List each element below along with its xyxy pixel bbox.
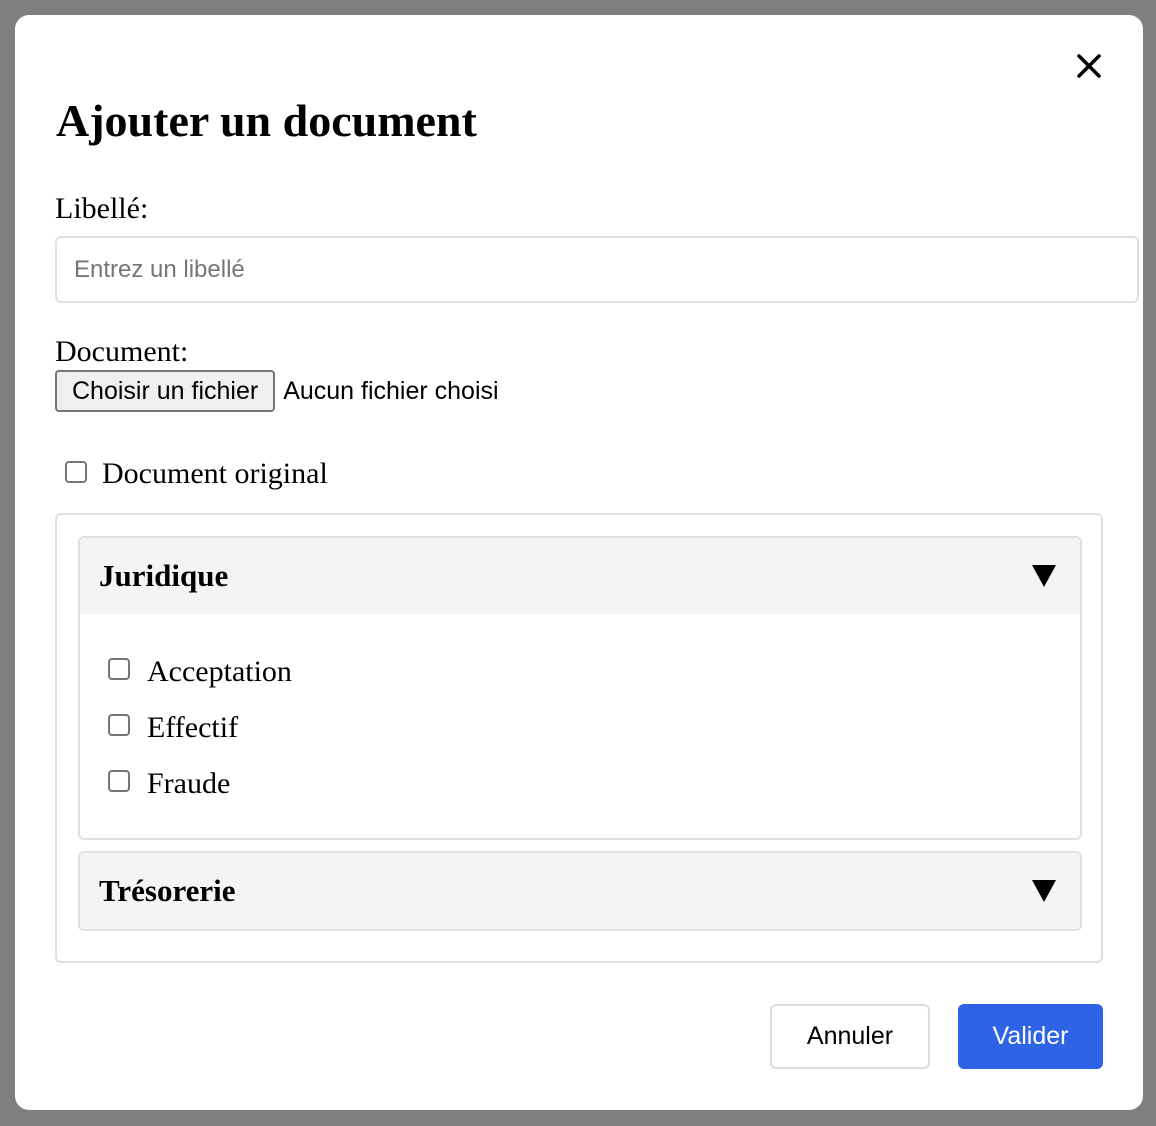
submit-button[interactable]: Valider [958, 1004, 1103, 1069]
close-button[interactable] [1074, 51, 1104, 81]
close-icon [1074, 51, 1104, 81]
category-item-checkbox-effectif[interactable] [108, 714, 130, 736]
category-panel-juridique: Juridique Acceptation Effectif Fraude [78, 536, 1082, 840]
choose-file-button[interactable]: Choisir un fichier [55, 370, 276, 412]
category-item-checkbox-acceptation[interactable] [108, 658, 130, 680]
original-document-label: Document original [102, 457, 328, 490]
file-picker: Choisir un fichier Aucun fichier choisi [55, 370, 499, 412]
modal-title: Ajouter un document [56, 95, 477, 146]
cancel-button[interactable]: Annuler [770, 1004, 930, 1069]
original-document-checkbox[interactable] [65, 461, 87, 483]
file-status-text: Aucun fichier choisi [283, 376, 499, 405]
label-input[interactable] [55, 236, 1139, 303]
category-header-tresorerie[interactable]: Trésorerie [80, 853, 1080, 929]
category-item-label: Effectif [147, 711, 239, 744]
category-header-juridique[interactable]: Juridique [80, 538, 1080, 614]
category-item-label: Acceptation [147, 655, 292, 688]
category-panel-tresorerie: Trésorerie [78, 851, 1082, 931]
category-item-label: Fraude [147, 767, 231, 800]
add-document-modal: Ajouter un document Libellé: Document: C… [15, 15, 1143, 1110]
label-field-label: Libellé: [55, 192, 149, 225]
caret-down-icon [1032, 880, 1056, 902]
category-title: Juridique [99, 558, 229, 593]
category-title: Trésorerie [99, 873, 236, 908]
category-item-checkbox-fraude[interactable] [108, 770, 130, 792]
categories-container: Juridique Acceptation Effectif Fraude Tr… [55, 513, 1103, 963]
document-field-label: Document: [55, 335, 189, 368]
caret-down-icon [1032, 565, 1056, 587]
